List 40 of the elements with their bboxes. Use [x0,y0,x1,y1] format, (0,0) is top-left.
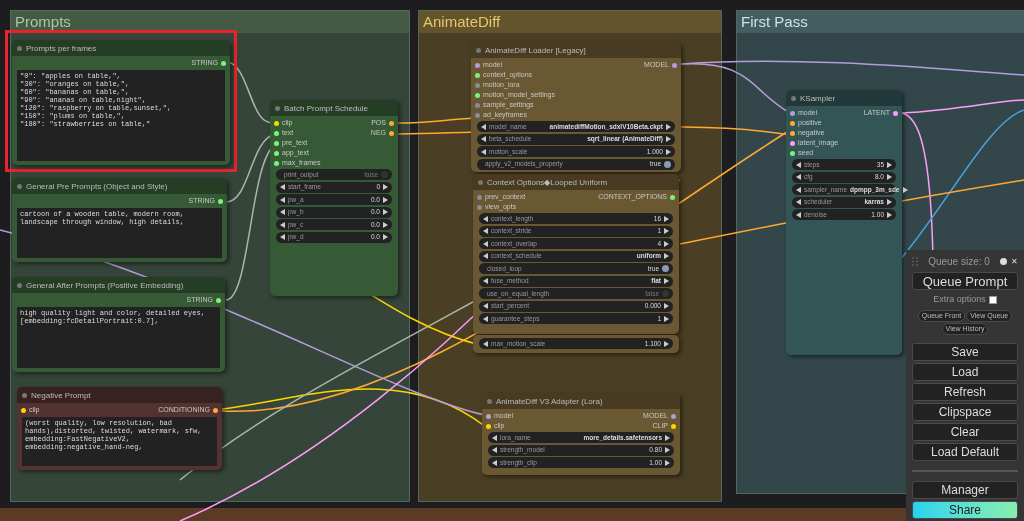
queue-size: Queue size: 0 [927,255,991,269]
node-title: Negative Prompt [31,390,91,400]
node-header[interactable]: AnimateDiff Loader [Legacy] [471,42,681,58]
node-header[interactable]: Prompts per frames [12,40,230,56]
decrement-arrow-icon[interactable] [483,340,488,347]
node-title: KSampler [800,93,836,103]
node-title: Prompts per frames [26,43,97,53]
extra-options-checkbox[interactable] [988,295,997,304]
menu-button[interactable]: Load [912,362,1018,381]
node-header[interactable]: General After Prompts (Positive Embedding) [12,277,225,293]
menu-button[interactable]: Clipspace [912,402,1018,421]
drag-handle-icon[interactable] [912,257,918,266]
node-header[interactable]: General Pre Prompts (Object and Style) [12,178,227,194]
node-title: General Pre Prompts (Object and Style) [26,181,168,191]
menu-button[interactable]: Share [912,500,1018,519]
queue-prompt-button[interactable]: Queue Prompt [912,272,1018,290]
group-title: First Pass [737,11,1024,33]
increment-arrow-icon[interactable] [664,340,669,347]
increment-arrow-icon[interactable] [902,186,908,193]
menu-button[interactable]: Manager [912,480,1018,499]
node-header[interactable]: AnimateDiff V3 Adapter (Lora) [482,393,680,409]
node-header[interactable]: KSampler [786,90,902,106]
node-title: Context Options◆Looped Uniform [487,177,608,187]
node-title: AnimateDiff V3 Adapter (Lora) [496,396,603,406]
node-title: AnimateDiff Loader [Legacy] [485,45,586,55]
increment-arrow-icon[interactable] [664,278,669,284]
menu-button[interactable]: Load Default [912,442,1018,461]
node-header[interactable]: Batch Prompt Schedule [270,100,398,116]
group-title: Prompts [11,11,409,33]
group-title: AnimateDiff [419,11,721,33]
decrement-arrow-icon[interactable] [483,278,488,284]
close-button[interactable]: ✕ [1011,255,1018,268]
extra-options-label: Extra options [933,293,986,306]
menu-button[interactable]: Save [912,342,1018,361]
node-title: General After Prompts (Positive Embedding) [26,280,184,290]
node-header[interactable]: Context Options◆Looped Uniform [473,174,679,190]
menu-button[interactable]: Refresh [912,382,1018,401]
node-title: Batch Prompt Schedule [284,103,369,113]
node-header[interactable]: Negative Prompt [17,387,222,403]
menu-button[interactable]: Clear [912,422,1018,441]
